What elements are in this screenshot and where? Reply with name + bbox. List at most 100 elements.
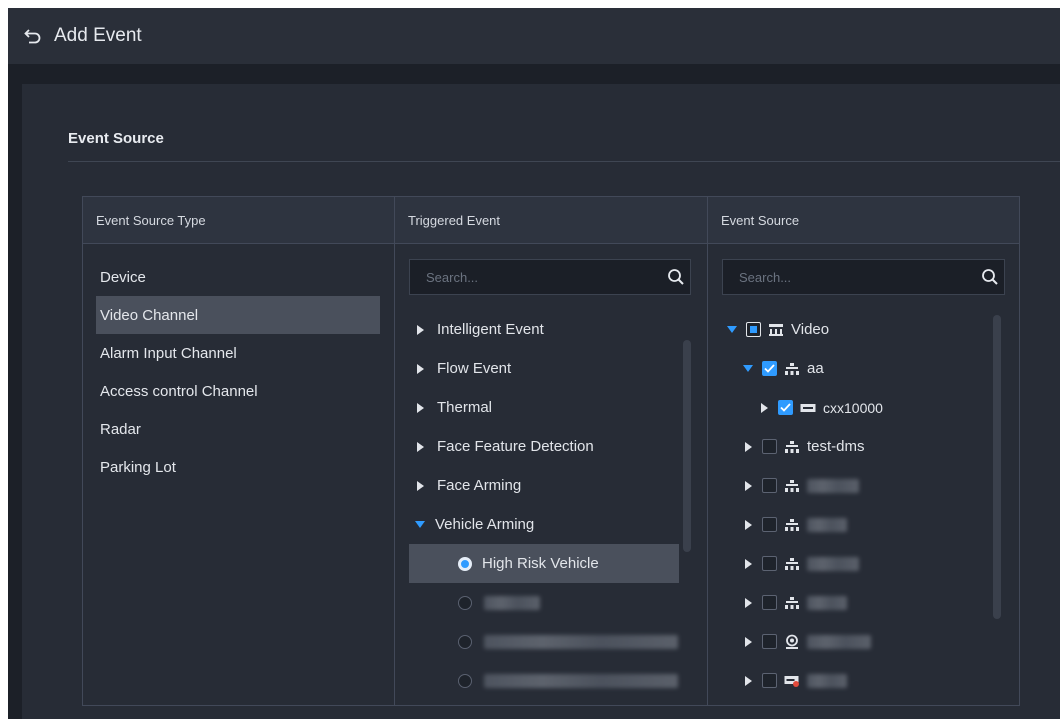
redacted-label bbox=[484, 595, 540, 610]
source-type-device[interactable]: Device bbox=[96, 258, 380, 296]
event-source-header: Event Source bbox=[708, 197, 1019, 244]
caret-right-icon[interactable] bbox=[760, 402, 768, 413]
event-intelligent-event[interactable]: Intelligent Event bbox=[409, 310, 681, 349]
checkbox-unchecked[interactable] bbox=[762, 478, 777, 493]
checkbox-unchecked[interactable] bbox=[762, 439, 777, 454]
search-icon[interactable] bbox=[662, 263, 690, 291]
event-thermal[interactable]: Thermal bbox=[409, 388, 681, 427]
nvr-alarm-icon bbox=[783, 673, 801, 689]
event-source-tree: Video aa cxx10000 test-dms bbox=[726, 310, 996, 700]
caret-right-icon[interactable] bbox=[744, 558, 752, 569]
source-type-header: Event Source Type bbox=[83, 197, 394, 244]
redacted-label bbox=[484, 673, 678, 688]
top-bar: Add Event bbox=[8, 8, 1060, 64]
tree-node-redacted[interactable] bbox=[742, 661, 996, 700]
page-title: Add Event bbox=[54, 25, 142, 46]
caret-right-icon[interactable] bbox=[744, 597, 752, 608]
caret-right-icon[interactable] bbox=[744, 480, 752, 491]
radio-unselected[interactable] bbox=[458, 634, 472, 649]
tree-node-redacted[interactable] bbox=[742, 466, 996, 505]
event-source-column: Event Source Video bbox=[708, 197, 1019, 705]
caret-right-icon[interactable] bbox=[417, 324, 424, 335]
redacted-label bbox=[807, 673, 847, 688]
radio-selected[interactable] bbox=[458, 556, 472, 571]
event-redacted-item[interactable] bbox=[409, 583, 681, 622]
triggered-event-column: Triggered Event Intelligent Event Flow E… bbox=[395, 197, 708, 705]
caret-right-icon[interactable] bbox=[417, 480, 424, 491]
tree-node-redacted[interactable] bbox=[742, 505, 996, 544]
tree-node-aa[interactable]: aa bbox=[742, 349, 996, 388]
event-face-feature-detection[interactable]: Face Feature Detection bbox=[409, 427, 681, 466]
source-type-list: Device Video Channel Alarm Input Channel… bbox=[83, 244, 394, 486]
caret-right-icon[interactable] bbox=[744, 675, 752, 686]
caret-right-icon[interactable] bbox=[744, 519, 752, 530]
caret-down-icon[interactable] bbox=[727, 326, 737, 333]
caret-right-icon[interactable] bbox=[417, 402, 424, 413]
content-panel: Event Source Event Source Type Device Vi… bbox=[22, 84, 1060, 719]
org-node-icon bbox=[783, 595, 801, 611]
tree-node-redacted[interactable] bbox=[742, 583, 996, 622]
video-tree-icon bbox=[767, 322, 785, 338]
checkbox-checked[interactable] bbox=[762, 361, 777, 376]
device-icon bbox=[799, 400, 817, 416]
search-icon[interactable] bbox=[976, 263, 1004, 291]
event-source-grid: Event Source Type Device Video Channel A… bbox=[82, 196, 1020, 706]
event-high-risk-vehicle[interactable]: High Risk Vehicle bbox=[409, 544, 679, 583]
triggered-event-scrollbar[interactable] bbox=[683, 340, 691, 552]
caret-right-icon[interactable] bbox=[417, 441, 424, 452]
checkbox-unchecked[interactable] bbox=[762, 673, 777, 688]
radio-unselected[interactable] bbox=[458, 595, 472, 610]
checkbox-unchecked[interactable] bbox=[762, 595, 777, 610]
tree-node-test-dms[interactable]: test-dms bbox=[742, 427, 996, 466]
event-source-search-input[interactable] bbox=[723, 269, 976, 285]
caret-right-icon[interactable] bbox=[744, 636, 752, 647]
triggered-event-search-input[interactable] bbox=[410, 269, 662, 285]
source-type-parking-lot[interactable]: Parking Lot bbox=[96, 448, 380, 486]
triggered-event-tree: Intelligent Event Flow Event Thermal Fac… bbox=[409, 310, 681, 700]
org-node-icon bbox=[783, 361, 801, 377]
redacted-label bbox=[807, 634, 871, 649]
event-flow-event[interactable]: Flow Event bbox=[409, 349, 681, 388]
checkbox-partial[interactable] bbox=[746, 322, 761, 337]
tree-node-redacted[interactable] bbox=[742, 544, 996, 583]
org-node-icon bbox=[783, 517, 801, 533]
section-divider bbox=[68, 161, 1060, 162]
section-title: Event Source bbox=[68, 130, 164, 147]
triggered-event-search bbox=[409, 259, 691, 295]
event-source-search bbox=[722, 259, 1005, 295]
caret-right-icon[interactable] bbox=[744, 441, 752, 452]
radio-unselected[interactable] bbox=[458, 673, 472, 688]
source-type-column: Event Source Type Device Video Channel A… bbox=[83, 197, 395, 705]
checkbox-unchecked[interactable] bbox=[762, 556, 777, 571]
redacted-label bbox=[807, 556, 859, 571]
redacted-label bbox=[807, 595, 847, 610]
camera-icon bbox=[783, 634, 801, 650]
checkbox-checked[interactable] bbox=[778, 400, 793, 415]
source-type-access-control-channel[interactable]: Access control Channel bbox=[96, 372, 380, 410]
redacted-label bbox=[807, 478, 859, 493]
org-node-icon bbox=[783, 439, 801, 455]
app-window: Add Event Event Source Event Source Type… bbox=[8, 8, 1060, 719]
caret-down-icon[interactable] bbox=[415, 521, 425, 528]
redacted-label bbox=[484, 634, 678, 649]
tree-node-video[interactable]: Video bbox=[726, 310, 996, 349]
event-redacted-item[interactable] bbox=[409, 661, 681, 700]
checkbox-unchecked[interactable] bbox=[762, 634, 777, 649]
redacted-label bbox=[807, 517, 847, 532]
org-node-icon bbox=[783, 556, 801, 572]
source-type-alarm-input-channel[interactable]: Alarm Input Channel bbox=[96, 334, 380, 372]
tree-node-cxx10000[interactable]: cxx10000 bbox=[758, 388, 996, 427]
triggered-event-header: Triggered Event bbox=[395, 197, 707, 244]
org-node-icon bbox=[783, 478, 801, 494]
source-type-video-channel[interactable]: Video Channel bbox=[96, 296, 380, 334]
caret-down-icon[interactable] bbox=[743, 365, 753, 372]
event-redacted-item[interactable] bbox=[409, 622, 681, 661]
checkbox-unchecked[interactable] bbox=[762, 517, 777, 532]
event-vehicle-arming[interactable]: Vehicle Arming bbox=[409, 505, 681, 544]
tree-node-redacted[interactable] bbox=[742, 622, 996, 661]
source-type-radar[interactable]: Radar bbox=[96, 410, 380, 448]
caret-right-icon[interactable] bbox=[417, 363, 424, 374]
event-source-scrollbar[interactable] bbox=[993, 315, 1001, 619]
event-face-arming[interactable]: Face Arming bbox=[409, 466, 681, 505]
back-arrow-icon[interactable] bbox=[22, 25, 44, 47]
